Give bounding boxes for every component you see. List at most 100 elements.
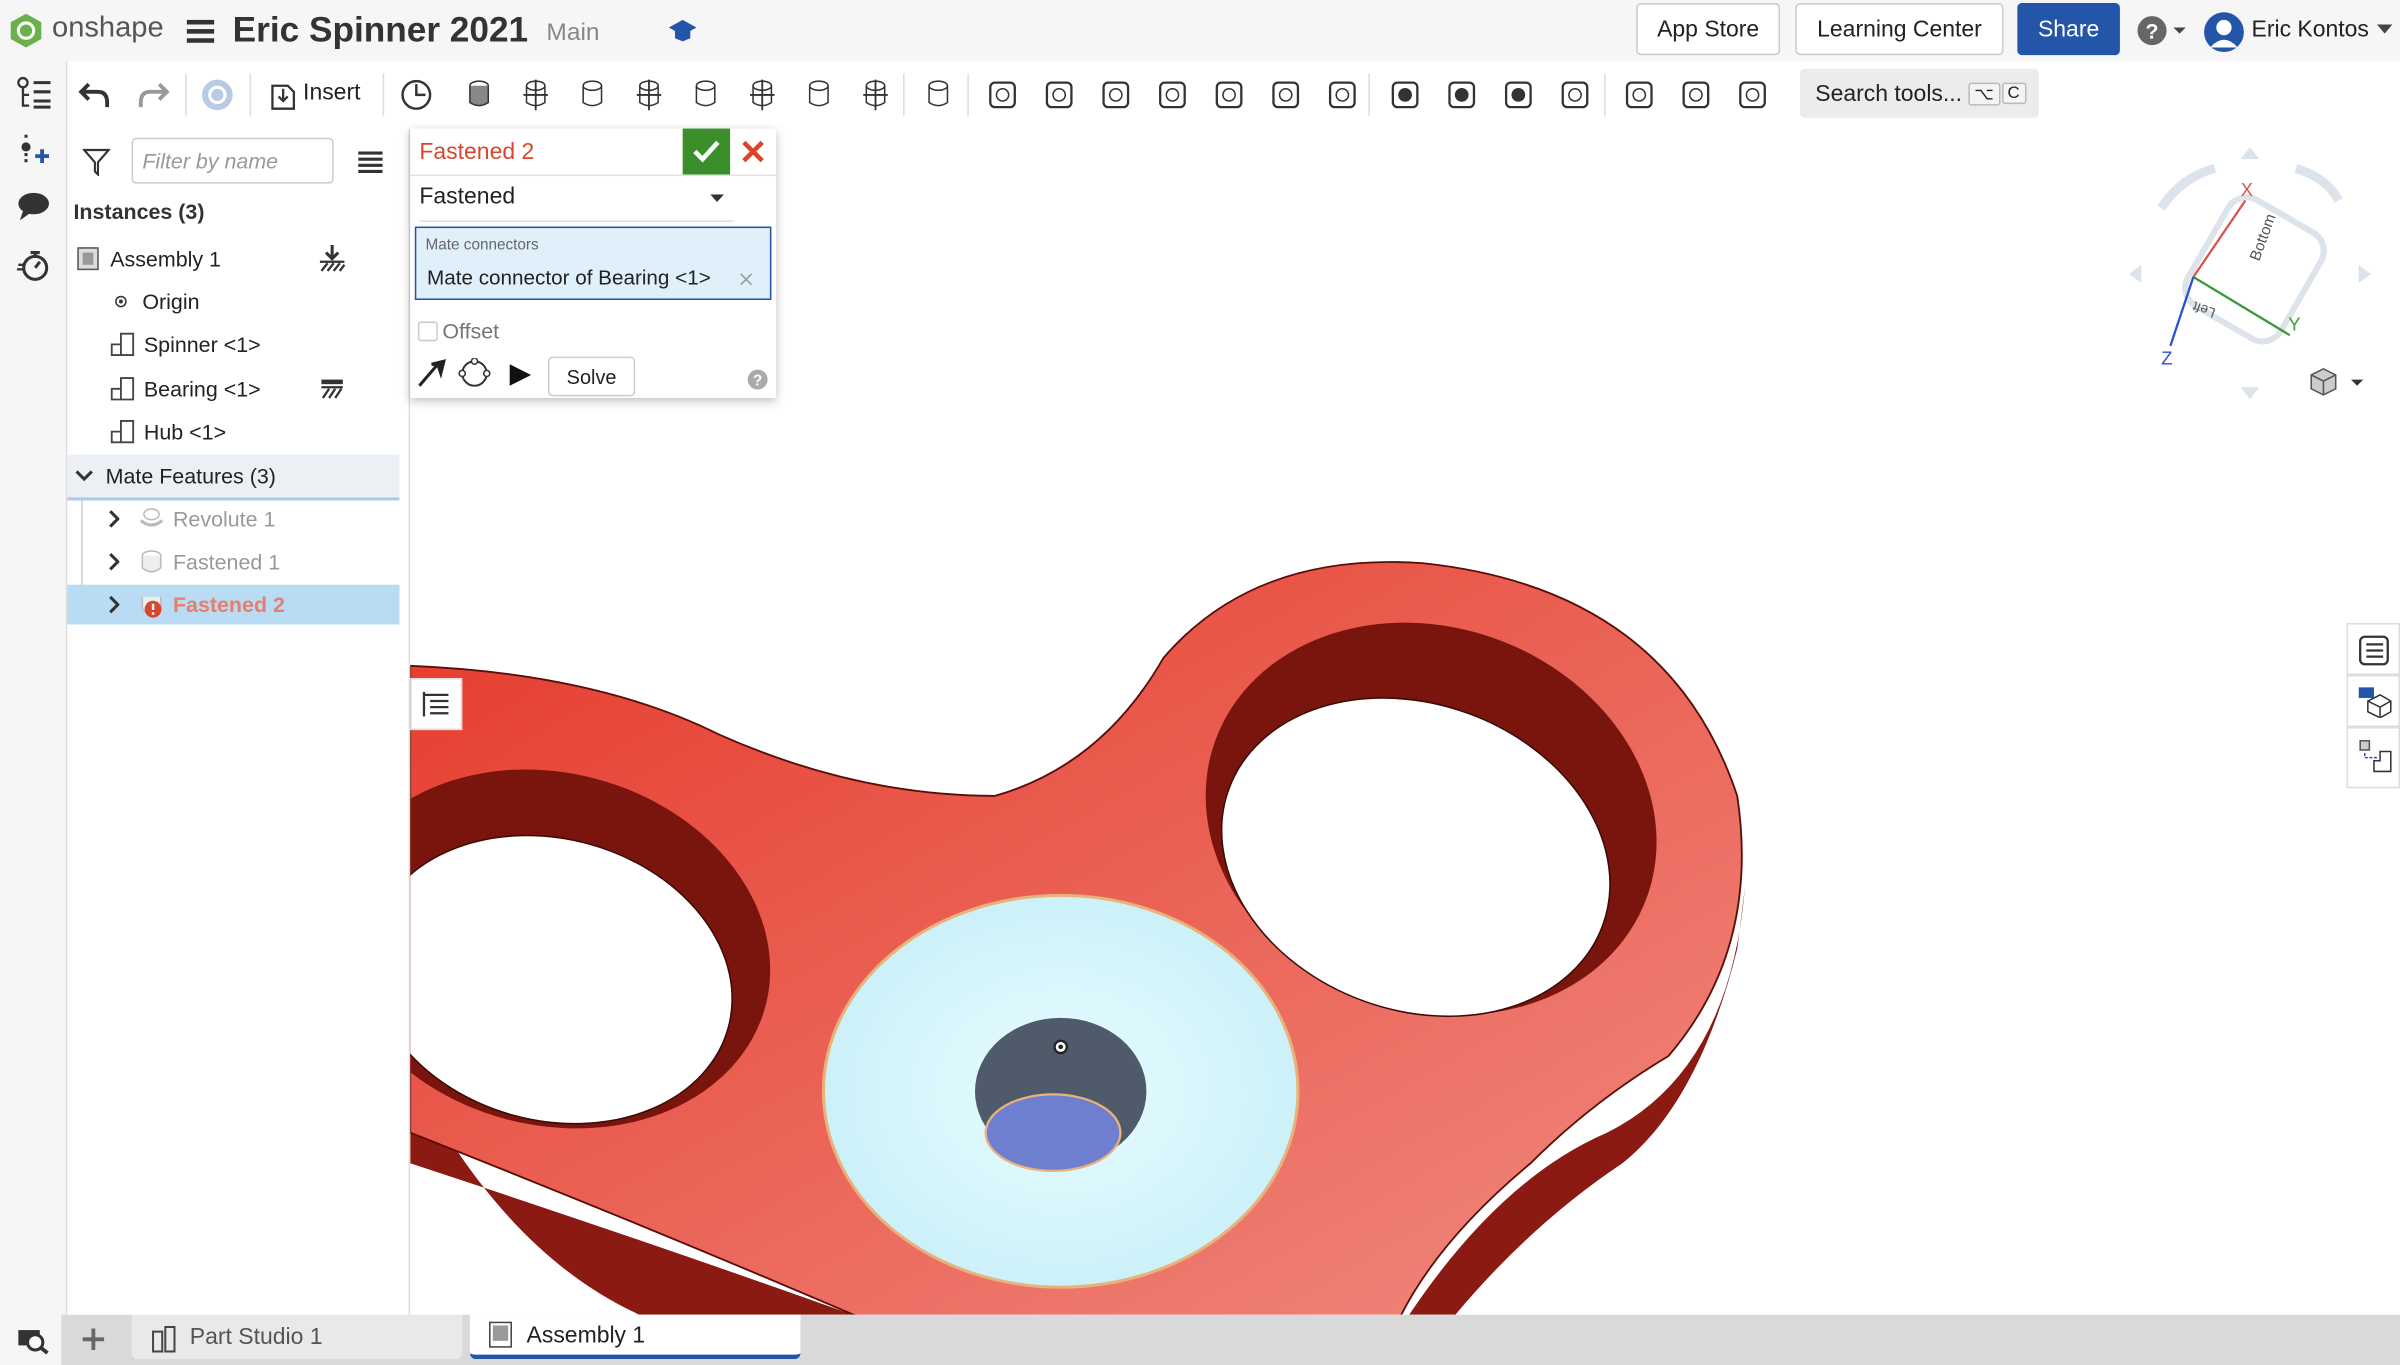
- filter-icon[interactable]: [82, 148, 111, 177]
- confirm-button[interactable]: [682, 128, 731, 175]
- chevron-right-icon[interactable]: [109, 510, 120, 528]
- configurations-button[interactable]: [2346, 674, 2400, 728]
- tab-label: Assembly 1: [526, 1321, 646, 1348]
- add-tab-icon[interactable]: [81, 1327, 105, 1351]
- mate-connector-select-icon[interactable]: [1097, 77, 1134, 114]
- explode-icon[interactable]: [1621, 77, 1658, 114]
- tree-item-label: Fastened 1: [172, 549, 281, 574]
- limits-icon[interactable]: [1557, 77, 1594, 114]
- rack-pinion-icon[interactable]: [1387, 77, 1424, 114]
- tree-item-label: Assembly 1: [110, 246, 221, 271]
- linear-relation-icon[interactable]: [1500, 77, 1537, 114]
- replicate-icon[interactable]: [1211, 77, 1248, 114]
- tab-manager-icon[interactable]: [17, 1327, 51, 1355]
- feature-list-toggle[interactable]: [410, 678, 463, 731]
- regenerate-icon[interactable]: [199, 77, 236, 114]
- chevron-down-icon[interactable]: [75, 470, 93, 482]
- search-tools-placeholder: Search tools...: [1815, 80, 1963, 107]
- group-icon[interactable]: [984, 77, 1021, 114]
- pattern-icon[interactable]: [1267, 77, 1304, 114]
- tree-item-spinner[interactable]: Spinner <1>: [67, 323, 399, 366]
- share-button[interactable]: Share: [2017, 3, 2120, 56]
- mate-item-fastened-2[interactable]: Fastened 2: [67, 584, 400, 625]
- revolute-mate-icon: [139, 508, 164, 527]
- view-options-icon[interactable]: [2308, 367, 2369, 398]
- tree-item-hub[interactable]: Hub <1>: [67, 410, 399, 453]
- cylindrical-mate-icon[interactable]: [687, 77, 724, 114]
- mate-type-select[interactable]: Fastened: [419, 184, 734, 222]
- tab-label: Part Studio 1: [189, 1323, 323, 1350]
- help-icon[interactable]: ?: [2137, 15, 2189, 46]
- revolute-mate-icon[interactable]: [517, 77, 554, 114]
- filter-input[interactable]: Filter by name: [131, 137, 334, 184]
- redo-icon[interactable]: [135, 77, 172, 114]
- chevron-right-icon[interactable]: [109, 595, 120, 614]
- mate-item-revolute[interactable]: Revolute 1: [67, 497, 399, 540]
- branch-name[interactable]: Main: [546, 20, 599, 48]
- instance-mate-icon: [2359, 740, 2392, 773]
- reorient-secondary-axis-icon[interactable]: [458, 358, 492, 389]
- tree-item-origin[interactable]: Origin: [67, 280, 399, 323]
- mate-connectors-button[interactable]: [2346, 727, 2400, 789]
- tree-item-bearing[interactable]: Bearing <1>: [67, 367, 399, 410]
- insert-icon[interactable]: [265, 77, 302, 114]
- pin-slot-mate-icon[interactable]: [744, 77, 781, 114]
- solve-button[interactable]: Solve: [547, 356, 636, 397]
- relations-icon[interactable]: [1154, 77, 1191, 114]
- offset-checkbox[interactable]: [417, 321, 438, 342]
- properties-panel-button[interactable]: [2346, 622, 2400, 675]
- mate-connector-chip[interactable]: Mate connector of Bearing <1>: [427, 266, 711, 289]
- user-name[interactable]: Eric Kontos: [2252, 17, 2369, 43]
- animate-play-icon[interactable]: [508, 363, 532, 387]
- planar-mate-icon[interactable]: [631, 77, 668, 114]
- dialog-title: Fastened 2: [419, 139, 535, 166]
- menu-icon[interactable]: [186, 18, 215, 43]
- axis-x-label: X: [2241, 179, 2253, 200]
- learning-cap-icon[interactable]: [667, 17, 698, 45]
- help-icon[interactable]: ?: [747, 369, 768, 390]
- ball-mate-icon[interactable]: [801, 77, 838, 114]
- tree-item-assembly[interactable]: Assembly 1: [67, 237, 399, 280]
- tree-item-label: Fastened 2: [172, 592, 285, 617]
- insert-button[interactable]: Insert: [303, 80, 360, 106]
- search-tools-input[interactable]: Search tools... ⌥ C: [1799, 68, 2039, 118]
- performance-timer-icon[interactable]: [16, 248, 51, 282]
- tab-assembly-1[interactable]: Assembly 1: [469, 1314, 801, 1360]
- document-title[interactable]: Eric Spinner 2021: [233, 9, 528, 50]
- mate-connector-icon[interactable]: [1041, 77, 1078, 114]
- add-instance-icon[interactable]: [18, 133, 52, 167]
- cancel-button[interactable]: [741, 139, 765, 163]
- mate-features-header[interactable]: Mate Features (3): [67, 454, 400, 501]
- insert-part-icon[interactable]: [1734, 77, 1771, 114]
- bom-hide-icon[interactable]: [1678, 77, 1715, 114]
- app-store-button[interactable]: App Store: [1636, 3, 1781, 56]
- list-view-icon[interactable]: [358, 150, 383, 174]
- comments-icon[interactable]: [17, 191, 51, 222]
- chevron-right-icon[interactable]: [109, 552, 120, 571]
- flip-primary-axis-icon[interactable]: [416, 358, 447, 389]
- screw-relation-icon[interactable]: [1443, 77, 1480, 114]
- assembly-icon: [489, 1321, 512, 1348]
- learning-center-button[interactable]: Learning Center: [1795, 3, 2004, 56]
- undo-icon[interactable]: [77, 77, 114, 114]
- avatar[interactable]: [2203, 11, 2246, 54]
- tree-item-label: Hub <1>: [143, 419, 227, 444]
- mate-connectors-field[interactable]: Mate connectors Mate connector of Bearin…: [414, 226, 772, 300]
- tangent-mate-icon[interactable]: [920, 77, 957, 114]
- slider-mate-icon[interactable]: [574, 77, 611, 114]
- tab-part-studio-1[interactable]: Part Studio 1: [131, 1314, 463, 1360]
- gear-relation-icon[interactable]: [1324, 77, 1361, 114]
- timeline-icon[interactable]: [398, 77, 435, 114]
- parallel-mate-icon[interactable]: [857, 77, 894, 114]
- remove-selection-icon[interactable]: [739, 272, 753, 286]
- fastened-mate-icon[interactable]: [461, 77, 498, 114]
- left-rail: [0, 61, 68, 1317]
- feature-list-icon[interactable]: [15, 76, 52, 111]
- user-menu-chevron-icon[interactable]: [2377, 24, 2393, 34]
- onshape-logo-icon[interactable]: [9, 12, 43, 49]
- tree-item-label: Origin: [142, 289, 200, 314]
- mate-item-fastened-1[interactable]: Fastened 1: [67, 540, 399, 583]
- mate-connectors-label: Mate connectors: [425, 237, 539, 255]
- axis-z-label: Z: [2161, 347, 2172, 368]
- toolbar-separator: [967, 73, 969, 117]
